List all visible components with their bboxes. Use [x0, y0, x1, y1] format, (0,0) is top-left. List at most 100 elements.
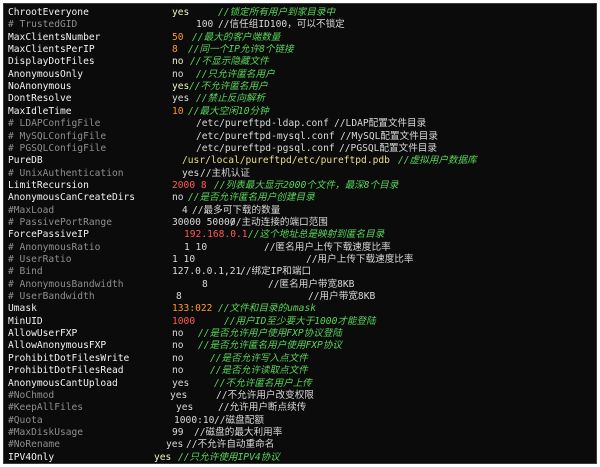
config-key: AllowAnonymousFXP: [8, 340, 107, 352]
config-comment: //匿名用户上传下载速度比率: [264, 241, 391, 253]
config-comment: //文件和目录的umask: [218, 303, 316, 315]
config-value: 99: [172, 426, 184, 438]
config-value: 1000:10: [174, 414, 215, 426]
config-comment: //只允许使用IPV4协议: [178, 451, 280, 463]
config-key: AllowUserFXP: [8, 328, 78, 340]
config-comment: //匿名用户带宽8KB: [268, 278, 355, 290]
config-value: yes: [172, 93, 190, 105]
config-key: MaxClientsPerIP: [8, 44, 95, 56]
config-comment: //磁盘配额: [214, 414, 264, 426]
config-comment: //是否允许匿名用户创建目录: [188, 192, 315, 204]
config-comment: //用户带宽8KB: [308, 291, 376, 303]
config-value: 8: [176, 291, 182, 303]
config-comment: //MySQL配置文件目录: [340, 130, 438, 142]
config-key: ProhibitDotFilesRead: [8, 365, 124, 377]
config-value: /etc/pureftpd-pgsql.conf: [196, 142, 335, 154]
config-key: MinUID: [8, 315, 43, 327]
config-value: 1 10: [172, 254, 196, 265]
config-value: /etc/pureftpd-mysql.conf: [196, 130, 335, 142]
config-comment: //不允许匿名用户上传: [214, 377, 312, 389]
config-value: 100: [196, 19, 214, 31]
config-comment: //LDAP配置文件目录: [334, 118, 427, 130]
config-key: AnonymousOnly: [8, 68, 84, 80]
config-comment: //用户ID至少要大于1000才能登陆: [224, 315, 376, 327]
config-key: #MaxLoad: [8, 204, 55, 216]
config-value: 192.168.0.1: [184, 229, 248, 241]
config-value: 127.0.0.1,21: [172, 266, 242, 278]
config-value: 2000 8: [172, 179, 207, 191]
config-comment: //列表最大显示2000个文件，最深8个目录: [214, 179, 399, 191]
config-value: 50: [172, 31, 184, 43]
config-value: yes: [182, 167, 200, 179]
config-comment: //PGSQL配置文件目录: [339, 142, 437, 154]
config-key: # TrustedGID: [8, 19, 78, 31]
config-comment: //主动连接的端口范围: [230, 216, 328, 228]
config-comment: //锁定所有用户到家目录中: [218, 7, 336, 18]
config-key: # PassivePortRange: [8, 216, 112, 228]
config-key: DontResolve: [8, 93, 72, 105]
config-key: #MaxDiskUsage: [8, 426, 84, 438]
config-value: no: [172, 68, 184, 80]
config-key: # UserRatio: [8, 254, 72, 265]
config-comment: //不允许匿名用户: [189, 81, 268, 93]
config-comment: //不允许用户改变权限: [216, 389, 314, 401]
config-key: #NoChmod: [8, 389, 55, 401]
config-key: # LDAPConfigFile: [8, 118, 101, 130]
config-key: #KeepAllFiles: [8, 402, 84, 414]
config-key: PureDB: [8, 155, 43, 167]
config-value: no: [172, 192, 184, 204]
config-value: 1 10: [184, 241, 208, 253]
config-value: no: [172, 340, 184, 352]
config-value: yes: [166, 439, 184, 451]
config-key: DisplayDotFiles: [8, 56, 95, 68]
config-key: ForcePassiveIP: [8, 229, 89, 241]
config-key: # AnonymousRatio: [8, 241, 101, 253]
config-key: NoAnonymous: [8, 81, 72, 93]
config-value: yes: [172, 7, 190, 18]
config-value: no: [172, 365, 184, 377]
config-key: MaxIdleTime: [8, 105, 72, 117]
config-key: AnonymousCanCreateDirs: [8, 192, 136, 204]
config-comment: //只允许匿名用户: [196, 68, 275, 80]
config-comment: //不显示隐藏文件: [190, 56, 269, 68]
config-key: # Bind: [8, 266, 43, 278]
config-value: yes: [154, 451, 172, 463]
config-key: #NoRename: [8, 439, 60, 451]
config-key: # PGSQLConfigFile: [8, 142, 107, 154]
config-value: 133:022: [172, 303, 213, 315]
config-value: yes: [176, 402, 194, 414]
config-key: # UserBandwidth: [8, 291, 95, 303]
config-comment: //绑定IP和端口: [240, 266, 312, 278]
config-comment: //这个地址总是映射到匿名目录: [248, 229, 385, 241]
config-value: no: [172, 352, 184, 364]
config-comment: //主机认证: [200, 167, 250, 179]
config-key: #Quota: [8, 414, 43, 426]
config-key: # MySQLConfigFile: [8, 130, 107, 142]
config-value: yes: [172, 377, 190, 389]
config-value: 8: [202, 278, 208, 290]
config-comment: //信任组ID100，可以不锁定: [218, 19, 345, 31]
terminal-window[interactable]: ChrootEveryone yes //锁定所有用户到家目录中 # TrustedG…: [3, 3, 597, 464]
config-comment: //允许用户断点续传: [218, 402, 307, 414]
config-value: 4: [182, 204, 188, 216]
config-comment: //是否允许匿名用户使用FXP协议: [198, 340, 343, 352]
config-key: # UnixAuthentication: [8, 167, 124, 179]
config-value: 30000 50000: [172, 216, 236, 228]
config-key: # AnonymousBandwidth: [8, 278, 124, 290]
config-comment: //是否允许用户使用FXP协议登陆: [198, 328, 343, 340]
config-value: 1000: [172, 315, 196, 327]
config-comment: //不允许自动重命名: [186, 439, 275, 451]
config-key: ChrootEveryone: [8, 7, 89, 18]
config-key: Umask: [8, 303, 37, 315]
config-comment: //同一个IP允许8个链接: [188, 44, 294, 56]
config-value: /etc/pureftpd-ldap.conf: [196, 118, 329, 130]
config-value: 10: [172, 105, 184, 117]
config-comment: //最多可下载的数量: [192, 204, 281, 216]
config-value: no: [172, 56, 184, 68]
config-key: ProhibitDotFilesWrite: [8, 352, 130, 364]
config-value: 8: [172, 44, 178, 56]
config-value: no: [172, 328, 184, 340]
config-value: /usr/local/pureftpd/etc/pureftpd.pdb: [182, 155, 390, 167]
config-comment: //是否允许读取点文件: [210, 365, 308, 377]
config-key: IPV4Only: [8, 451, 55, 463]
